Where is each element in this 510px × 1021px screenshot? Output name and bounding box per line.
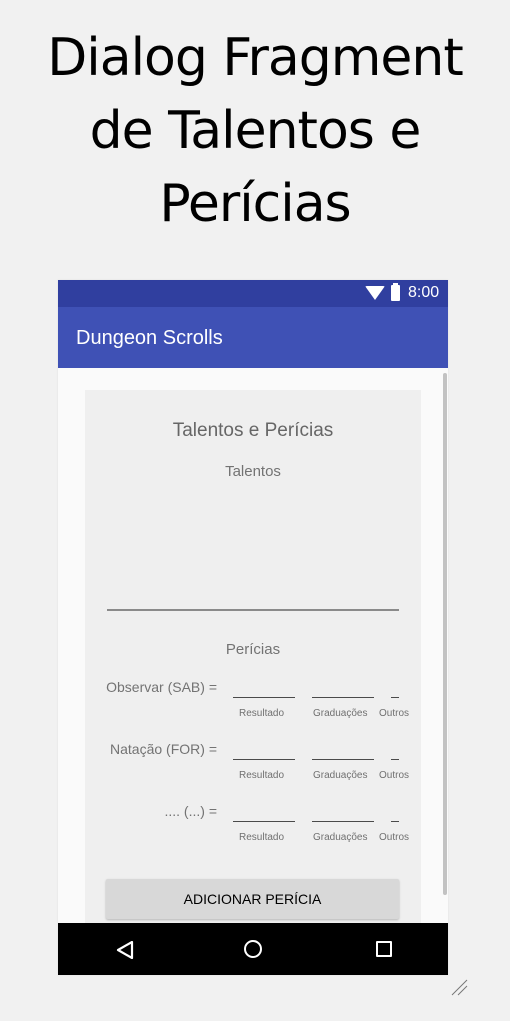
add-skill-button[interactable]: ADICIONAR PERÍCIA xyxy=(106,879,399,919)
graduacoes-label: Graduações xyxy=(313,770,368,781)
talentos-divider xyxy=(107,609,399,611)
graduacoes-field[interactable] xyxy=(312,697,374,698)
page-headline: Dialog Fragment de Talentos e Perícias xyxy=(0,22,510,241)
resultado-label: Resultado xyxy=(239,832,285,843)
navigation-bar xyxy=(58,923,448,975)
skill-label-placeholder: .... (...) = xyxy=(164,803,217,819)
home-icon[interactable] xyxy=(244,940,262,958)
outros-label: Outros xyxy=(379,832,410,843)
outros-field[interactable] xyxy=(391,697,399,698)
graduacoes-label: Graduações xyxy=(313,832,368,843)
graduacoes-label: Graduações xyxy=(313,708,368,719)
headline-line-3: Perícias xyxy=(159,174,351,234)
resize-grip-icon xyxy=(451,979,468,996)
dialog-title: Talentos e Perícias xyxy=(172,420,334,441)
headline-line-2: de Talentos e xyxy=(89,101,422,161)
resultado-field[interactable] xyxy=(233,821,295,822)
app-title: Dungeon Scrolls xyxy=(76,327,223,349)
skill-label-natacao: Natação (FOR) = xyxy=(110,741,217,757)
outros-label: Outros xyxy=(379,770,410,781)
skill-label-observar: Observar (SAB) = xyxy=(106,679,217,695)
resultado-field[interactable] xyxy=(233,697,295,698)
resultado-label: Resultado xyxy=(239,708,285,719)
graduacoes-field[interactable] xyxy=(312,821,374,822)
recent-apps-icon[interactable] xyxy=(376,941,392,957)
pericias-heading: Perícias xyxy=(225,641,281,658)
phone-screen: 8:00 Dungeon Scrolls Talentos e Perícias… xyxy=(58,280,448,975)
resultado-label: Resultado xyxy=(239,770,285,781)
outros-field[interactable] xyxy=(391,821,399,822)
battery-icon xyxy=(391,283,400,301)
scrollbar[interactable] xyxy=(443,373,447,895)
app-bar: Dungeon Scrolls xyxy=(58,307,448,368)
outros-label: Outros xyxy=(379,708,410,719)
back-icon[interactable] xyxy=(116,941,134,959)
graduacoes-field[interactable] xyxy=(312,759,374,760)
wifi-icon xyxy=(365,286,385,300)
talentos-heading: Talentos xyxy=(225,463,281,480)
status-time: 8:00 xyxy=(408,284,440,301)
dialog-card: Talentos e Perícias Talentos Perícias Ob… xyxy=(85,390,421,930)
outros-field[interactable] xyxy=(391,759,399,760)
status-bar: 8:00 xyxy=(58,280,448,307)
headline-line-1: Dialog Fragment xyxy=(47,28,464,88)
resultado-field[interactable] xyxy=(233,759,295,760)
dialog-content-area: Talentos e Perícias Talentos Perícias Ob… xyxy=(58,368,448,930)
